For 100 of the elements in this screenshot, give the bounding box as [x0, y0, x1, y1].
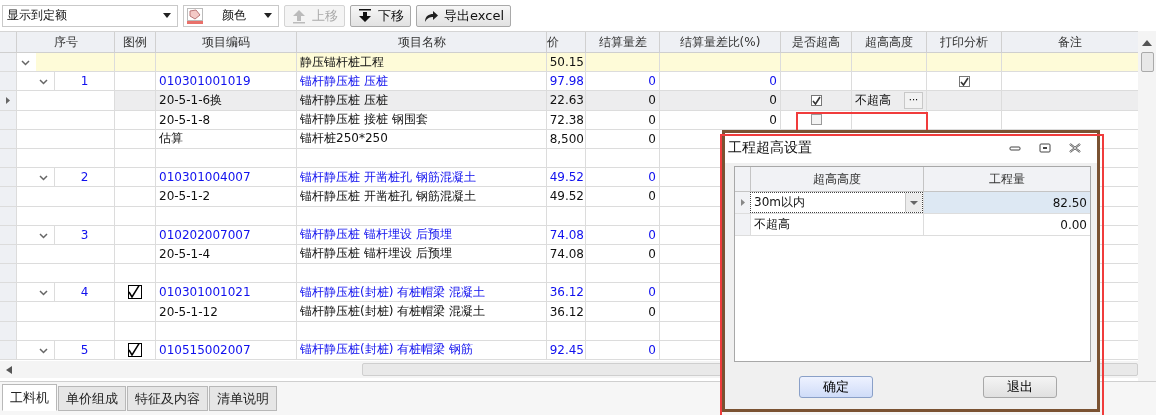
table-cell	[114, 206, 155, 226]
column-header[interactable]: 项目名称	[296, 32, 546, 52]
checkbox[interactable]	[810, 114, 822, 126]
scroll-up-icon[interactable]	[1142, 40, 1152, 46]
caret-icon	[264, 13, 272, 18]
ok-button[interactable]: 确定	[799, 376, 873, 398]
column-header[interactable]: 结算量差	[585, 32, 659, 52]
table-cell: 010301004007	[155, 168, 296, 188]
table-cell: 静压锚杆桩工程	[296, 53, 546, 73]
column-header[interactable]: 结算量差比(%)	[659, 32, 780, 52]
table-cell: 20-5-1-8	[155, 110, 296, 130]
view-dropdown[interactable]: 显示到定额	[2, 4, 178, 27]
table-cell	[114, 91, 155, 111]
tab[interactable]: 工料机	[2, 384, 57, 411]
table-cell: 0	[585, 110, 659, 130]
table-cell: 0	[585, 91, 659, 111]
table-cell: 锚杆静压桩 接桩 钢围套	[296, 110, 546, 130]
arrow-up-icon	[291, 7, 307, 24]
table-cell: 010202007007	[155, 225, 296, 245]
close-icon[interactable]	[1069, 143, 1081, 153]
row-number: 4	[54, 283, 114, 302]
table-cell	[546, 321, 585, 341]
table-cell	[114, 187, 155, 207]
table-cell	[546, 148, 585, 169]
chevron-icon[interactable]	[39, 232, 48, 239]
table-cell: 20-5-1-4	[155, 244, 296, 265]
exit-button[interactable]: 退出	[983, 376, 1057, 398]
vertical-scrollbar[interactable]	[1138, 31, 1156, 381]
chevron-icon[interactable]	[39, 175, 48, 182]
chevron-icon[interactable]	[39, 79, 48, 86]
arrow-down-icon	[357, 7, 373, 24]
table-cell	[546, 264, 585, 284]
table-cell: 锚杆静压桩 开凿桩孔 钢筋混凝土	[296, 187, 546, 207]
tab[interactable]: 清单说明	[209, 386, 277, 411]
move-down-button[interactable]: 下移	[350, 4, 411, 27]
tab[interactable]: 单价组成	[58, 386, 126, 411]
table-cell	[114, 110, 155, 130]
column-header[interactable]: 工程量	[923, 167, 1090, 191]
color-swatch-icon	[187, 7, 203, 24]
column-header[interactable]: 超高高度	[750, 167, 923, 191]
column-header[interactable]: 超高高度	[851, 32, 926, 52]
row-number: 5	[54, 340, 114, 359]
more-button[interactable]: ···	[904, 91, 923, 109]
table-cell: 49.52	[546, 168, 585, 188]
column-header[interactable]: 序号	[16, 32, 114, 52]
column-header[interactable]: 价	[546, 32, 585, 52]
table-cell: 20-5-1-12	[155, 302, 296, 322]
row-header[interactable]	[0, 91, 16, 111]
column-header[interactable]: 图例	[114, 32, 155, 52]
table-cell: 0	[585, 302, 659, 322]
checkbox[interactable]	[810, 94, 822, 106]
table-cell: 0	[585, 129, 659, 149]
table-cell: 0	[585, 168, 659, 188]
table-cell: 0	[585, 283, 659, 303]
chevron-icon[interactable]	[39, 347, 48, 354]
scrollbar-thumb[interactable]	[1140, 52, 1154, 72]
table-cell: 22.63	[546, 91, 585, 111]
row-number: 3	[54, 225, 114, 244]
table-cell: 0.00	[923, 214, 1090, 235]
table-cell: 0	[659, 91, 780, 111]
table-cell: 锚杆静压桩 压桩	[296, 91, 546, 111]
table-cell: 锚杆静压桩 开凿桩孔 钢筋混凝土	[296, 168, 546, 188]
table-cell: 36.12	[546, 302, 585, 322]
table-cell: 50.15	[546, 53, 585, 73]
minimize-icon[interactable]	[1009, 144, 1021, 152]
table-cell: 20-5-1-6换	[155, 91, 296, 111]
table-cell: 0	[585, 187, 659, 207]
table-cell: 锚杆静压桩(封桩) 有桩帽梁 混凝土	[296, 283, 546, 303]
checked-box-icon	[128, 285, 142, 300]
table-cell: 0	[585, 244, 659, 265]
chevron-icon[interactable]	[39, 290, 48, 297]
column-header[interactable]: 打印分析	[926, 32, 1001, 52]
tab[interactable]: 特征及内容	[127, 386, 208, 411]
dialog-title: 工程超高设置	[728, 139, 813, 157]
caret-icon	[163, 13, 171, 18]
table-cell: 010515002007	[155, 340, 296, 360]
table-cell: 49.52	[546, 187, 585, 207]
scroll-left-icon[interactable]	[6, 365, 12, 374]
chevron-icon[interactable]	[21, 60, 30, 66]
cell-value: 不超高	[855, 91, 891, 109]
height-combobox[interactable]: 30m以内	[750, 192, 923, 213]
column-header[interactable]: 是否超高	[780, 32, 851, 52]
table-cell: 74.08	[546, 225, 585, 245]
color-dropdown[interactable]: 颜色	[183, 4, 279, 27]
table-cell: 0	[659, 110, 780, 130]
table-cell: 36.12	[546, 283, 585, 303]
restore-icon[interactable]	[1039, 143, 1051, 153]
table-cell: 不超高	[750, 214, 923, 235]
table-cell: 锚杆静压桩(封桩) 有桩帽梁 混凝土	[296, 302, 546, 322]
current-row-icon	[6, 96, 10, 104]
table-cell	[546, 206, 585, 226]
export-button[interactable]: 导出excel	[416, 4, 511, 27]
table-cell	[114, 129, 155, 149]
table-cell: 82.50	[923, 192, 1090, 213]
row-header[interactable]	[735, 192, 750, 213]
table-cell: 0	[585, 225, 659, 245]
table-cell: 锚杆静压桩 锚杆埋设 后预埋	[296, 225, 546, 245]
column-header[interactable]: 项目编码	[155, 32, 296, 52]
table-cell: 92.45	[546, 340, 585, 360]
checkbox[interactable]	[958, 75, 970, 87]
